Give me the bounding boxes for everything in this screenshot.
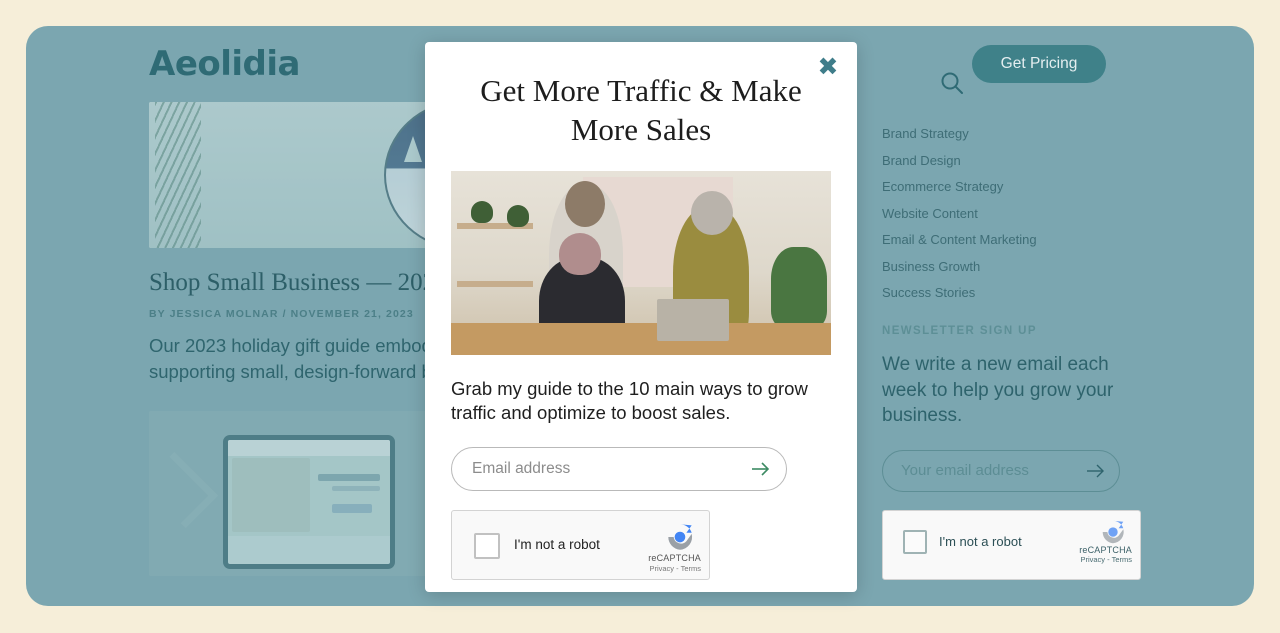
newsletter-modal: ✖ Get More Traffic & Make More Sales Gra… [425,42,857,592]
photo-desk [451,322,831,355]
recaptcha-terms[interactable]: Privacy - Terms [1080,555,1132,564]
recaptcha-checkbox[interactable] [474,532,500,559]
sidebar-item-success-stories[interactable]: Success Stories [882,285,1182,300]
recaptcha-label: I'm not a robot [939,533,1022,549]
newsletter-form [882,449,1120,492]
recaptcha-label: I'm not a robot [514,536,600,552]
close-icon[interactable]: ✖ [813,52,843,82]
newsletter-body: We write a new email each week to help y… [882,354,1114,427]
photo-person-head [559,232,601,275]
photo-plant [471,200,493,223]
recaptcha-logo-icon [1098,517,1128,547]
photo-shelf [457,280,533,287]
page-root: Aeolidia Get Pricing Shop Small Business… [0,0,1280,633]
sidebar-item-website-content[interactable]: Website Content [882,206,1182,221]
photo-plant [507,204,529,227]
modal-title: Get More Traffic & Make More Sales [480,73,802,147]
sidebar-item-brand-design[interactable]: Brand Design [882,153,1182,168]
modal-submit-button[interactable] [749,457,773,481]
modal-form [451,446,787,491]
recaptcha-logo-icon [663,520,697,554]
sidebar: Brand Strategy Brand Design Ecommerce St… [882,98,1182,606]
site-logo[interactable]: Aeolidia [149,44,300,84]
recaptcha-brand: reCAPTCHA [1079,544,1132,555]
modal-subtitle: Grab my guide to the 10 main ways to gro… [451,377,808,424]
newsletter-submit-button[interactable] [1084,459,1108,483]
newsletter-heading: NEWSLETTER SIGN UP [882,325,1037,337]
sidebar-item-ecommerce-strategy[interactable]: Ecommerce Strategy [882,179,1182,194]
modal-recaptcha: I'm not a robot reCAPTCHA Privacy - Term… [451,509,710,580]
photo-person-head [565,180,605,227]
modal-photo [451,170,831,355]
sidebar-recaptcha: I'm not a robot reCAPTCHA Privacy - Term… [882,509,1141,580]
get-pricing-button[interactable]: Get Pricing [972,45,1106,83]
modal-email-input[interactable] [451,446,787,491]
recaptcha-terms[interactable]: Privacy - Terms [649,564,701,573]
photo-plant [771,246,827,327]
category-list: Brand Strategy Brand Design Ecommerce St… [882,126,1182,300]
recaptcha-brand: reCAPTCHA [648,552,701,563]
recaptcha-checkbox[interactable] [903,529,927,554]
sidebar-item-brand-strategy[interactable]: Brand Strategy [882,126,1182,141]
sidebar-item-business-growth[interactable]: Business Growth [882,259,1182,274]
search-icon[interactable] [939,70,965,96]
photo-person-head [691,190,733,235]
photo-laptop [657,298,729,341]
sidebar-item-email-content-marketing[interactable]: Email & Content Marketing [882,232,1182,247]
